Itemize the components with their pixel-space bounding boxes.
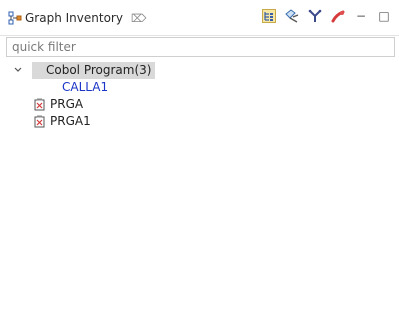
tree-row-calla1[interactable]: CALLA1 (0, 79, 399, 96)
view-title: Graph Inventory (25, 11, 123, 25)
tree-root-label[interactable]: Cobol Program(3) (32, 62, 156, 79)
hide-icon[interactable] (285, 9, 299, 23)
view-tab-bar: Graph Inventory ⌦ − □ (0, 0, 399, 36)
chevron-down-icon[interactable] (13, 64, 23, 76)
program-file-icon (34, 98, 45, 111)
close-view-icon[interactable]: ⌦ (131, 12, 147, 25)
tree-row-prga1[interactable]: PRGA1 (0, 113, 399, 130)
maximize-icon[interactable]: □ (377, 9, 391, 23)
inventory-tree: Cobol Program(3) CALLA1 PRGA PRGA1 (0, 62, 399, 130)
tree-root-row[interactable]: Cobol Program(3) (0, 62, 399, 79)
view-toolbar: − □ (262, 9, 391, 23)
tree-item-label-prga1[interactable]: PRGA1 (50, 113, 91, 130)
tab-graph-inventory[interactable]: Graph Inventory ⌦ (0, 6, 155, 30)
graph-inventory-view: Graph Inventory ⌦ − □ quick filter Cobol… (0, 0, 399, 324)
tree-row-prga[interactable]: PRGA (0, 96, 399, 113)
pin-icon[interactable] (331, 9, 345, 23)
quick-filter-input[interactable] (7, 38, 394, 56)
program-file-icon (34, 115, 45, 128)
graph-inventory-icon (8, 11, 22, 25)
minimize-icon[interactable]: − (354, 9, 368, 23)
filter-icon[interactable] (308, 9, 322, 23)
tree-item-label-calla1[interactable]: CALLA1 (62, 79, 108, 96)
quick-filter-field[interactable] (6, 37, 395, 57)
tree-item-label-prga[interactable]: PRGA (50, 96, 83, 113)
tree-layout-icon[interactable] (262, 9, 276, 23)
